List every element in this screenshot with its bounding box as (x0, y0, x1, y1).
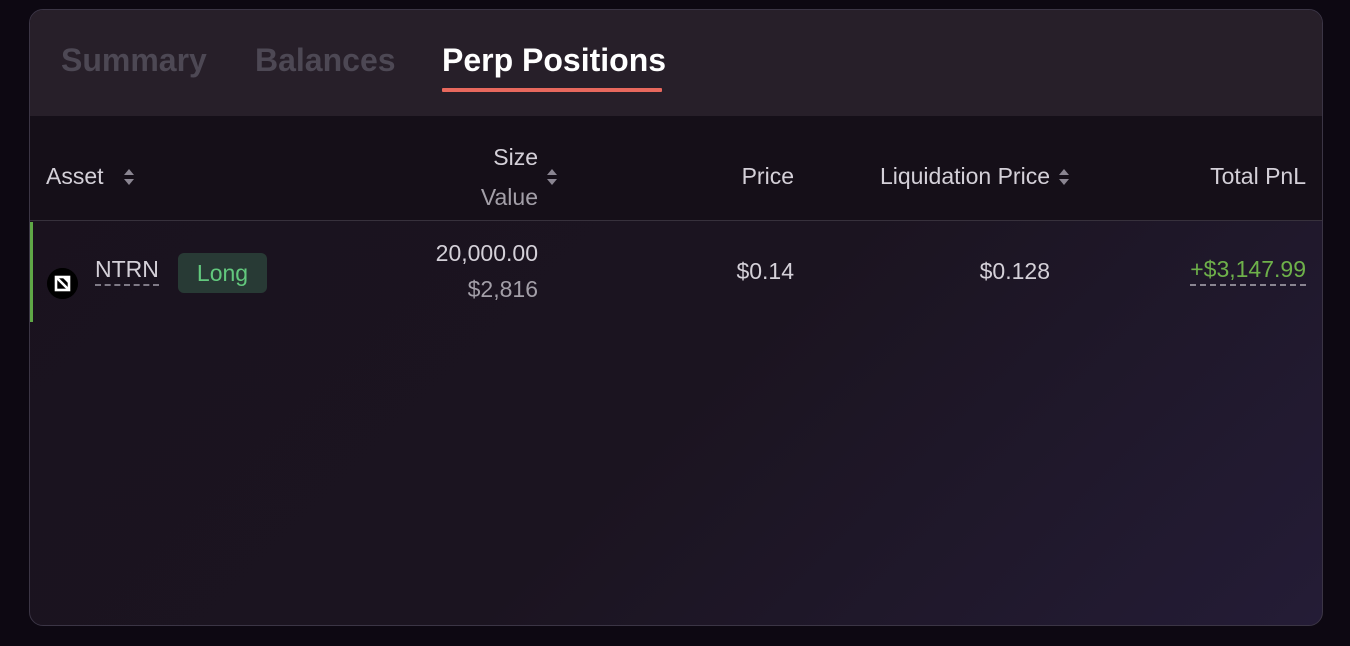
side-badge: Long (178, 253, 267, 293)
sort-size-icon[interactable] (546, 168, 558, 186)
position-size: 20,000.00 (435, 240, 538, 266)
row-side-indicator (30, 222, 33, 322)
tab-balances[interactable]: Balances (255, 42, 396, 79)
tab-perp-positions[interactable]: Perp Positions (442, 42, 666, 79)
tab-bar: Summary Balances Perp Positions (30, 10, 1322, 116)
table-header: Asset Size Value Price Liquidation Price… (30, 116, 1322, 221)
tab-summary[interactable]: Summary (61, 42, 207, 79)
column-header-total-pnl: Total PnL (1210, 163, 1306, 189)
column-header-price: Price (741, 163, 794, 189)
neutron-logo-icon (47, 268, 78, 299)
account-panel: Summary Balances Perp Positions Asset Si… (29, 9, 1323, 626)
liquidation-price: $0.128 (979, 258, 1050, 284)
table-row[interactable]: NTRN Long 20,000.00 $2,816 $0.14 $0.128 … (30, 222, 1322, 322)
active-tab-indicator (442, 88, 662, 92)
asset-symbol[interactable]: NTRN (95, 256, 159, 286)
sort-liquidation-price-icon[interactable] (1058, 168, 1070, 186)
column-header-asset[interactable]: Asset (46, 163, 104, 190)
column-header-size[interactable]: Size (493, 144, 538, 171)
column-header-liquidation-price[interactable]: Liquidation Price (880, 163, 1050, 190)
column-header-value[interactable]: Value (481, 184, 538, 211)
position-value: $2,816 (467, 276, 538, 302)
total-pnl[interactable]: +$3,147.99 (1190, 256, 1306, 286)
sort-asset-icon[interactable] (123, 168, 135, 186)
mark-price: $0.14 (736, 258, 794, 284)
